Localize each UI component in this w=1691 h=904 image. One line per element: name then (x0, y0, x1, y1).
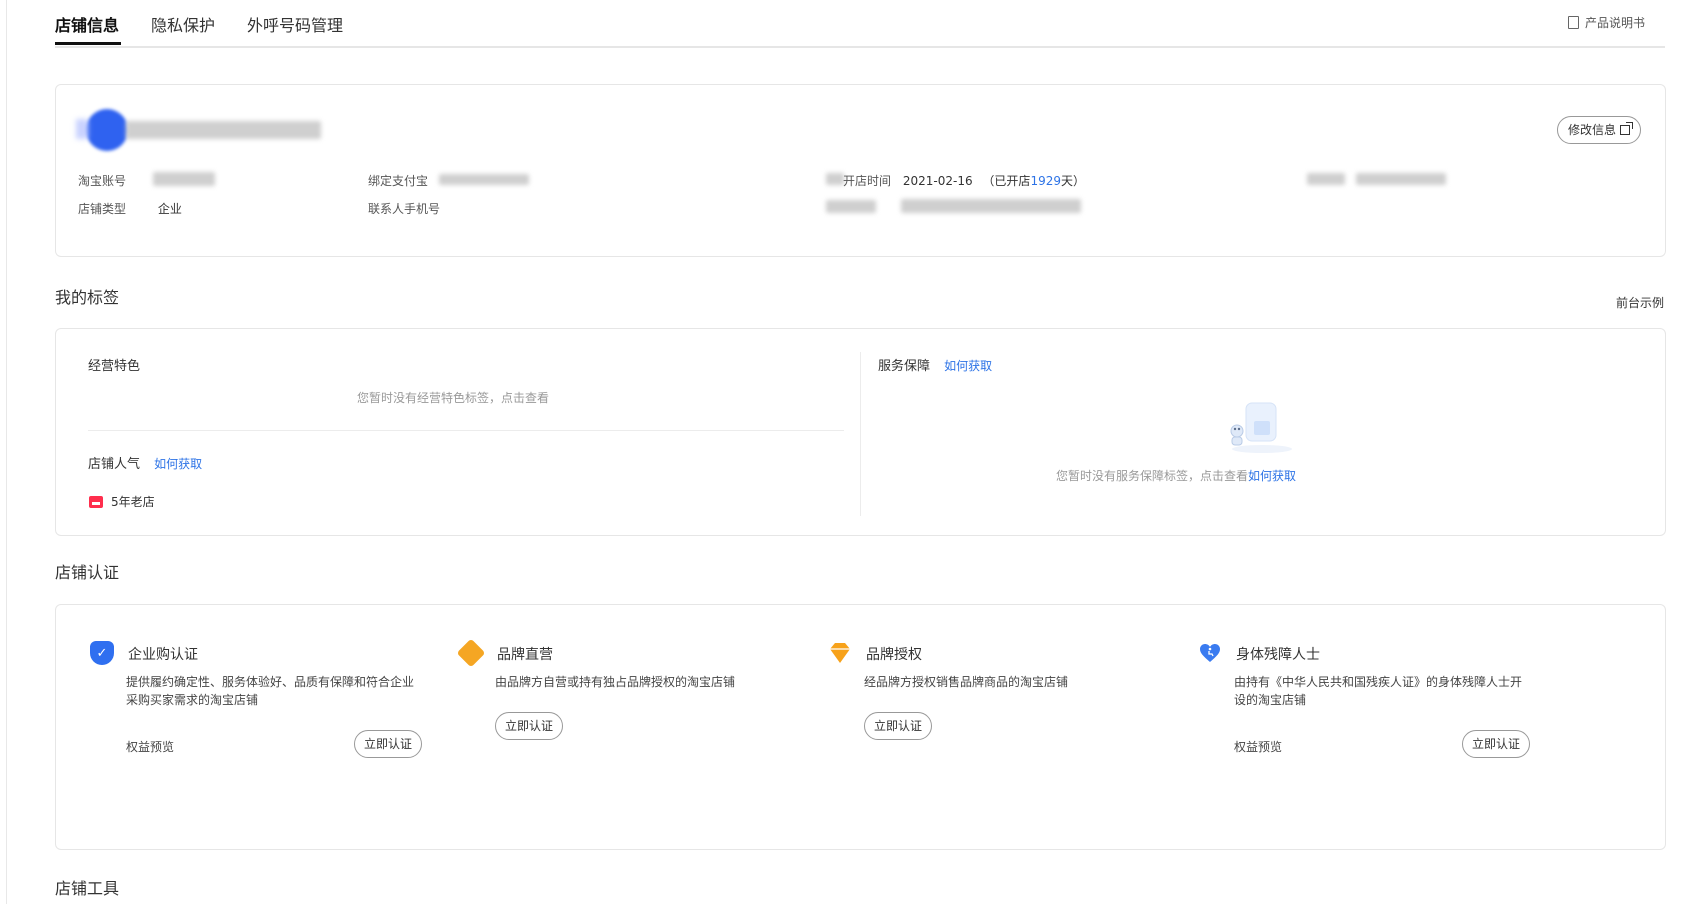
open-time-label: 开店时间 (843, 174, 892, 188)
diamond-icon (830, 643, 850, 663)
cert-brand-direct: 品牌直营 由品牌方自营或持有独占品牌授权的淘宝店铺 立即认证 (456, 638, 799, 761)
heart-accessibility-icon (1200, 644, 1220, 662)
storefront-preview-link[interactable]: 前台示例 (1616, 294, 1664, 311)
service-title: 服务保障 (878, 359, 931, 374)
shop-icon (89, 495, 103, 508)
service-title-row: 服务保障 如何获取 (878, 355, 992, 374)
feature-tags-empty[interactable]: 您暂时没有经营特色标签，点击查看 (357, 389, 549, 406)
external-link-icon (1620, 122, 1633, 135)
open-time-row: 开店时间 2021-02-16 （已开店1929天） (843, 172, 1085, 189)
edit-info-label: 修改信息 (1567, 123, 1616, 137)
tab-store-info-label: 店铺信息 (55, 16, 120, 35)
cert-disability-apply-button[interactable]: 立即认证 (1462, 730, 1531, 758)
cert-disability: 身体残障人士 由持有《中华人民共和国残疾人证》的身体残障人士开设的淘宝店铺 权益… (1198, 641, 1538, 761)
alipay-redacted (439, 174, 529, 185)
store-type-row: 店铺类型 企业 (78, 200, 182, 217)
cert-enterprise-benefit-link[interactable]: 权益预览 (126, 738, 174, 755)
contact-label-redacted (826, 200, 876, 213)
cert-enterprise-apply-button[interactable]: 立即认证 (354, 730, 423, 758)
service-empty-row: 您暂时没有服务保障标签，点击查看如何获取 (1056, 467, 1296, 484)
service-empty-link[interactable]: 如何获取 (1248, 469, 1296, 483)
tags-vertical-divider (860, 352, 861, 516)
tab-bar: 店铺信息 隐私保护 外呼号码管理 产品说明书 (55, 0, 1665, 48)
tag-icon (456, 638, 486, 668)
service-empty-text[interactable]: 您暂时没有服务保障标签，点击查看 (1056, 469, 1248, 483)
cert-brand-auth: 品牌授权 经品牌方授权销售品牌商品的淘宝店铺 立即认证 (828, 641, 1168, 761)
store-avatar (86, 109, 128, 151)
tab-store-info[interactable]: 店铺信息 (55, 12, 121, 45)
book-icon (1567, 16, 1579, 29)
certification-title: 店铺认证 (55, 563, 120, 582)
cert-disability-title: 身体残障人士 (1236, 647, 1320, 663)
product-manual-label: 产品说明书 (1584, 16, 1645, 30)
cert-disability-benefit-link[interactable]: 权益预览 (1234, 738, 1282, 755)
cert-brand-direct-title: 品牌直营 (497, 647, 553, 663)
store-tools-title: 店铺工具 (55, 879, 120, 898)
product-manual-link[interactable]: 产品说明书 (1567, 14, 1645, 31)
store-info-card: 修改信息 淘宝账号 店铺类型 企业 绑定支付宝 联系人手机号 开店时间 2021… (55, 84, 1666, 257)
opened-suffix: 天） (1060, 174, 1085, 188)
open-date: 2021-02-16 (902, 174, 973, 188)
opened-days: 1929 (1030, 174, 1061, 188)
cert-enterprise: ✓ 企业购认证 提供履约确定性、服务体验好、品质有保障和符合企业采购买家需求的淘… (90, 641, 430, 761)
store-type-value: 企业 (157, 202, 182, 216)
my-tags-card: 经营特色 您暂时没有经营特色标签，点击查看 店铺人气 如何获取 5年老店 服务保… (55, 328, 1666, 536)
cert-brand-auth-desc: 经品牌方授权销售品牌商品的淘宝店铺 (864, 675, 1069, 689)
cert-brand-direct-desc: 由品牌方自营或持有独占品牌授权的淘宝店铺 (495, 675, 736, 689)
old-store-badge: 5年老店 (89, 493, 155, 510)
cert-brand-auth-title: 品牌授权 (866, 647, 922, 663)
alipay-label: 绑定支付宝 (368, 174, 429, 188)
popularity-title: 店铺人气 (88, 457, 141, 472)
opened-prefix: （已开店 (982, 174, 1031, 188)
old-store-badge-label: 5年老店 (111, 495, 155, 509)
tab-active-indicator (55, 42, 121, 45)
cert-enterprise-desc: 提供履约确定性、服务体验好、品质有保障和符合企业采购买家需求的淘宝店铺 (126, 675, 415, 707)
open-time-prefix-redacted (826, 173, 844, 185)
popularity-how-to-get-link[interactable]: 如何获取 (154, 457, 202, 471)
my-tags-title: 我的标签 (55, 288, 120, 307)
feature-divider (88, 430, 844, 431)
extra-value-redacted (1356, 173, 1446, 185)
store-type-label: 店铺类型 (78, 202, 127, 216)
empty-state-illustration-icon (1230, 402, 1292, 453)
popularity-title-row: 店铺人气 如何获取 (88, 453, 202, 472)
extra-label-redacted (1307, 173, 1345, 185)
tab-privacy[interactable]: 隐私保护 (151, 12, 215, 36)
taobao-account-label: 淘宝账号 (78, 174, 127, 188)
certification-card: ✓ 企业购认证 提供履约确定性、服务体验好、品质有保障和符合企业采购买家需求的淘… (55, 604, 1666, 850)
cert-brand-auth-apply-button[interactable]: 立即认证 (864, 712, 933, 740)
service-how-to-get-link[interactable]: 如何获取 (944, 359, 992, 373)
contact-value-redacted (901, 199, 1081, 213)
tab-outbound-numbers[interactable]: 外呼号码管理 (247, 12, 343, 36)
shield-check-icon: ✓ (90, 641, 114, 665)
edit-info-button[interactable]: 修改信息 (1556, 116, 1641, 144)
taobao-account-redacted (153, 172, 215, 186)
feature-tags-title: 经营特色 (88, 359, 141, 374)
store-name-redacted (126, 121, 321, 139)
cert-brand-direct-apply-button[interactable]: 立即认证 (495, 712, 564, 740)
cert-enterprise-title: 企业购认证 (128, 647, 198, 663)
contact-phone-label: 联系人手机号 (368, 202, 441, 216)
cert-disability-desc: 由持有《中华人民共和国残疾人证》的身体残障人士开设的淘宝店铺 (1234, 675, 1523, 707)
page-left-border (6, 0, 7, 904)
